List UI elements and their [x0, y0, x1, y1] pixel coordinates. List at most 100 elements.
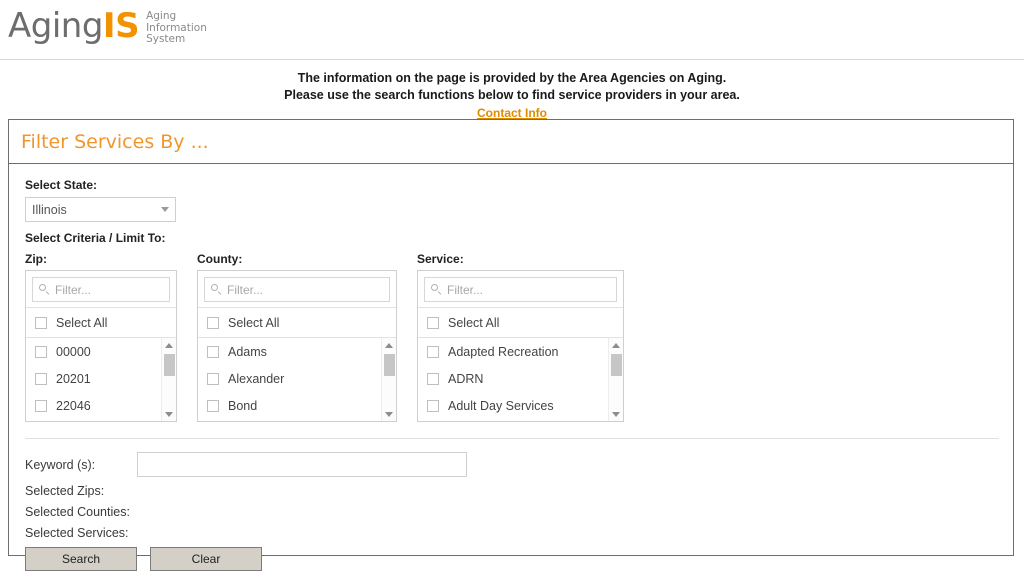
service-select-all-label: Select All [448, 316, 499, 330]
zip-option-label: 20201 [56, 372, 91, 386]
checkbox-icon[interactable] [207, 400, 219, 412]
service-heading: Service: [417, 252, 624, 266]
logo-text-is: IS [103, 6, 139, 46]
zip-select-all-row[interactable]: Select All [26, 308, 176, 338]
county-select-all-label: Select All [228, 316, 279, 330]
selected-zips-label: Selected Zips: [25, 484, 997, 498]
scroll-up-icon[interactable] [609, 338, 623, 352]
selected-counties-label: Selected Counties: [25, 505, 997, 519]
scrollbar-thumb[interactable] [164, 354, 175, 376]
keyword-label: Keyword (s): [25, 458, 137, 472]
select-criteria-label: Select Criteria / Limit To: [25, 231, 997, 245]
panel-body: Select State: Illinois Select Criteria /… [9, 164, 1013, 571]
logo-wordmark: AgingIS [8, 6, 139, 46]
county-filter-input[interactable]: Filter... [204, 277, 390, 302]
list-item[interactable]: Alexander [198, 365, 396, 392]
clear-button[interactable]: Clear [150, 547, 262, 571]
search-icon [211, 284, 222, 295]
checkbox-icon[interactable] [427, 373, 439, 385]
checkbox-icon[interactable] [427, 400, 439, 412]
panel-title: Filter Services By ... [9, 120, 1013, 164]
list-item[interactable]: Adams [198, 338, 396, 365]
action-buttons: Search Clear [25, 547, 997, 571]
site-logo[interactable]: AgingIS Aging Information System [8, 6, 207, 46]
checkbox-icon[interactable] [427, 317, 439, 329]
intro-line-1: The information on the page is provided … [0, 70, 1024, 87]
service-scrollbar[interactable] [608, 338, 623, 421]
scroll-up-icon[interactable] [162, 338, 176, 352]
filter-columns: Zip: Filter... Select All [25, 252, 997, 422]
contact-info-link[interactable]: Contact Info [477, 106, 547, 120]
logo-subtitle-line3: System [146, 34, 207, 46]
checkbox-icon[interactable] [207, 317, 219, 329]
list-item[interactable]: 22046 [26, 392, 176, 419]
service-filter-placeholder: Filter... [447, 283, 483, 297]
zip-filter-input[interactable]: Filter... [32, 277, 170, 302]
search-icon [39, 284, 50, 295]
checkbox-icon[interactable] [35, 317, 47, 329]
checkbox-icon[interactable] [35, 346, 47, 358]
keyword-row: Keyword (s): [25, 452, 997, 477]
search-button[interactable]: Search [25, 547, 137, 571]
county-search-wrap: Filter... [198, 271, 396, 308]
county-scrollbar[interactable] [381, 338, 396, 421]
filter-column-zip: Zip: Filter... Select All [25, 252, 177, 422]
logo-text-aging: Aging [8, 6, 103, 46]
checkbox-icon[interactable] [207, 373, 219, 385]
zip-option-label: 22046 [56, 399, 91, 413]
scrollbar-thumb[interactable] [611, 354, 622, 376]
county-option-label: Bond [228, 399, 257, 413]
county-filter-placeholder: Filter... [227, 283, 263, 297]
logo-subtitle: Aging Information System [146, 11, 207, 46]
zip-option-label: 00000 [56, 345, 91, 359]
zip-search-wrap: Filter... [26, 271, 176, 308]
county-option-label: Alexander [228, 372, 284, 386]
checkbox-icon[interactable] [207, 346, 219, 358]
scroll-down-icon[interactable] [382, 407, 396, 421]
section-divider [25, 438, 999, 439]
county-select-all-row[interactable]: Select All [198, 308, 396, 338]
service-select-all-row[interactable]: Select All [418, 308, 623, 338]
checkbox-icon[interactable] [35, 373, 47, 385]
county-filter-box: Filter... Select All Adams [197, 270, 397, 422]
service-search-wrap: Filter... [418, 271, 623, 308]
keyword-input[interactable] [137, 452, 467, 477]
filter-services-panel: Filter Services By ... Select State: Ill… [8, 119, 1014, 556]
scroll-down-icon[interactable] [162, 407, 176, 421]
zip-filter-placeholder: Filter... [55, 283, 91, 297]
county-option-list[interactable]: Adams Alexander Bond [198, 338, 396, 421]
state-select-value: Illinois [32, 203, 161, 217]
list-item[interactable]: ADRN [418, 365, 623, 392]
search-icon [431, 284, 442, 295]
county-heading: County: [197, 252, 397, 266]
logo-subtitle-line1: Aging [146, 11, 207, 23]
filter-column-county: County: Filter... Select All [197, 252, 397, 422]
zip-scrollbar[interactable] [161, 338, 176, 421]
service-option-label: Adapted Recreation [448, 345, 559, 359]
service-option-list[interactable]: Adapted Recreation ADRN Adult Day Servic… [418, 338, 623, 421]
select-state-label: Select State: [25, 178, 997, 192]
service-filter-input[interactable]: Filter... [424, 277, 617, 302]
scroll-down-icon[interactable] [609, 407, 623, 421]
zip-select-all-label: Select All [56, 316, 107, 330]
checkbox-icon[interactable] [427, 346, 439, 358]
list-item[interactable]: 00000 [26, 338, 176, 365]
site-header: AgingIS Aging Information System [0, 0, 1024, 60]
chevron-down-icon [161, 207, 169, 212]
intro-banner: The information on the page is provided … [0, 60, 1024, 122]
list-item[interactable]: Adapted Recreation [418, 338, 623, 365]
scrollbar-thumb[interactable] [384, 354, 395, 376]
zip-option-list[interactable]: 00000 20201 22046 [26, 338, 176, 421]
scroll-up-icon[interactable] [382, 338, 396, 352]
intro-line-2: Please use the search functions below to… [0, 87, 1024, 104]
selected-services-label: Selected Services: [25, 526, 997, 540]
list-item[interactable]: Adult Day Services [418, 392, 623, 419]
checkbox-icon[interactable] [35, 400, 47, 412]
state-select[interactable]: Illinois [25, 197, 176, 222]
service-option-label: Adult Day Services [448, 399, 554, 413]
service-filter-box: Filter... Select All Adapted Recreation [417, 270, 624, 422]
list-item[interactable]: Bond [198, 392, 396, 419]
filter-column-service: Service: Filter... Select All [417, 252, 624, 422]
list-item[interactable]: 20201 [26, 365, 176, 392]
zip-heading: Zip: [25, 252, 177, 266]
